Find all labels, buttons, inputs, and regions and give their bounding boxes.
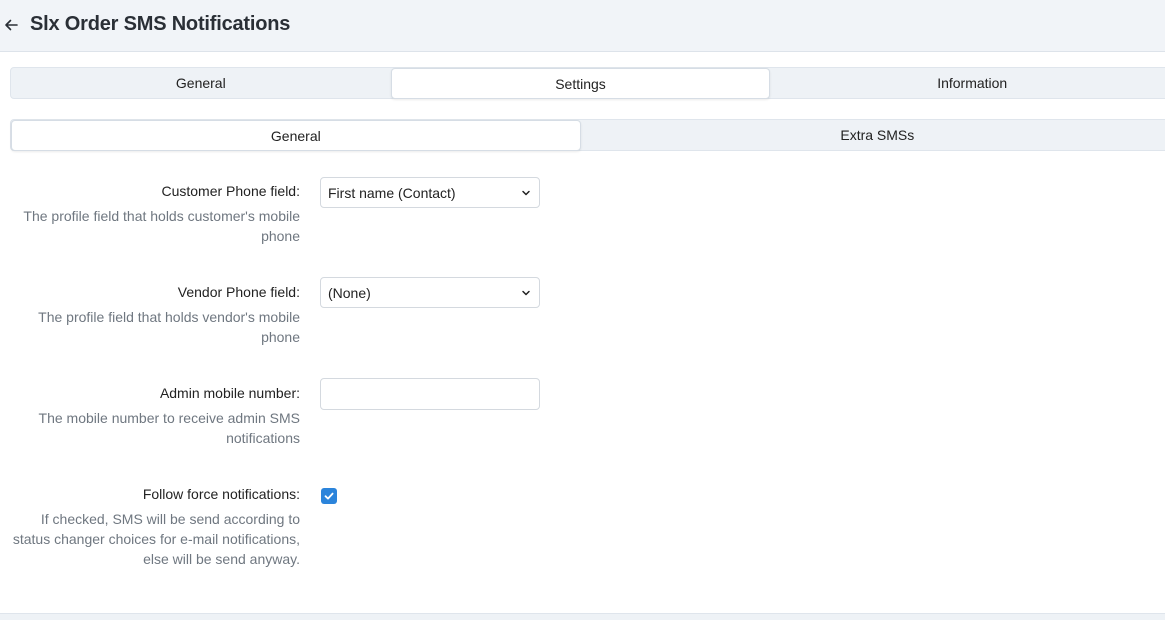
subtab-general-label: General [270,127,321,144]
main-tab-bar: General Settings Information [10,67,1165,99]
page-header: Slx Order SMS Notifications [0,0,1165,52]
back-button[interactable] [2,16,20,34]
follow-force-checkbox[interactable] [321,488,337,504]
tab-general[interactable]: General [11,68,391,98]
tab-general-label: General [175,75,226,91]
sub-tab-bar: General Extra SMSs [10,119,1165,151]
admin-mobile-label: Admin mobile number: [159,385,300,401]
customer-phone-label: Customer Phone field: [161,183,300,199]
follow-force-description: If checked, SMS will be send according t… [12,511,300,567]
tab-settings-label: Settings [555,75,606,92]
vendor-phone-label: Vendor Phone field: [177,284,300,300]
tab-information[interactable]: Information [770,68,1165,98]
customer-phone-description: The profile field that holds customer's … [23,208,300,244]
arrow-left-icon [5,19,18,31]
chevron-down-icon [522,290,530,296]
admin-mobile-description: The mobile number to receive admin SMS n… [38,410,300,446]
vendor-phone-description: The profile field that holds vendor's mo… [38,309,300,345]
customer-phone-value: First name (Contact) [328,184,456,201]
tab-settings[interactable]: Settings [390,68,771,99]
admin-mobile-input[interactable] [320,378,540,410]
customer-phone-select[interactable]: First name (Contact) [320,177,540,208]
subtab-general[interactable]: General [11,120,581,151]
subtab-extra-smss[interactable]: Extra SMSs [581,120,1165,150]
vendor-phone-value: (None) [328,284,371,301]
footer-divider [0,613,1165,620]
subtab-extra-smss-label: Extra SMSs [840,127,915,143]
chevron-down-icon [522,190,530,196]
vendor-phone-select[interactable]: (None) [320,277,540,308]
page-title: Slx Order SMS Notifications [30,13,291,35]
follow-force-label: Follow force notifications: [142,486,300,502]
checkmark-icon [324,492,334,500]
tab-information-label: Information [937,75,1008,91]
